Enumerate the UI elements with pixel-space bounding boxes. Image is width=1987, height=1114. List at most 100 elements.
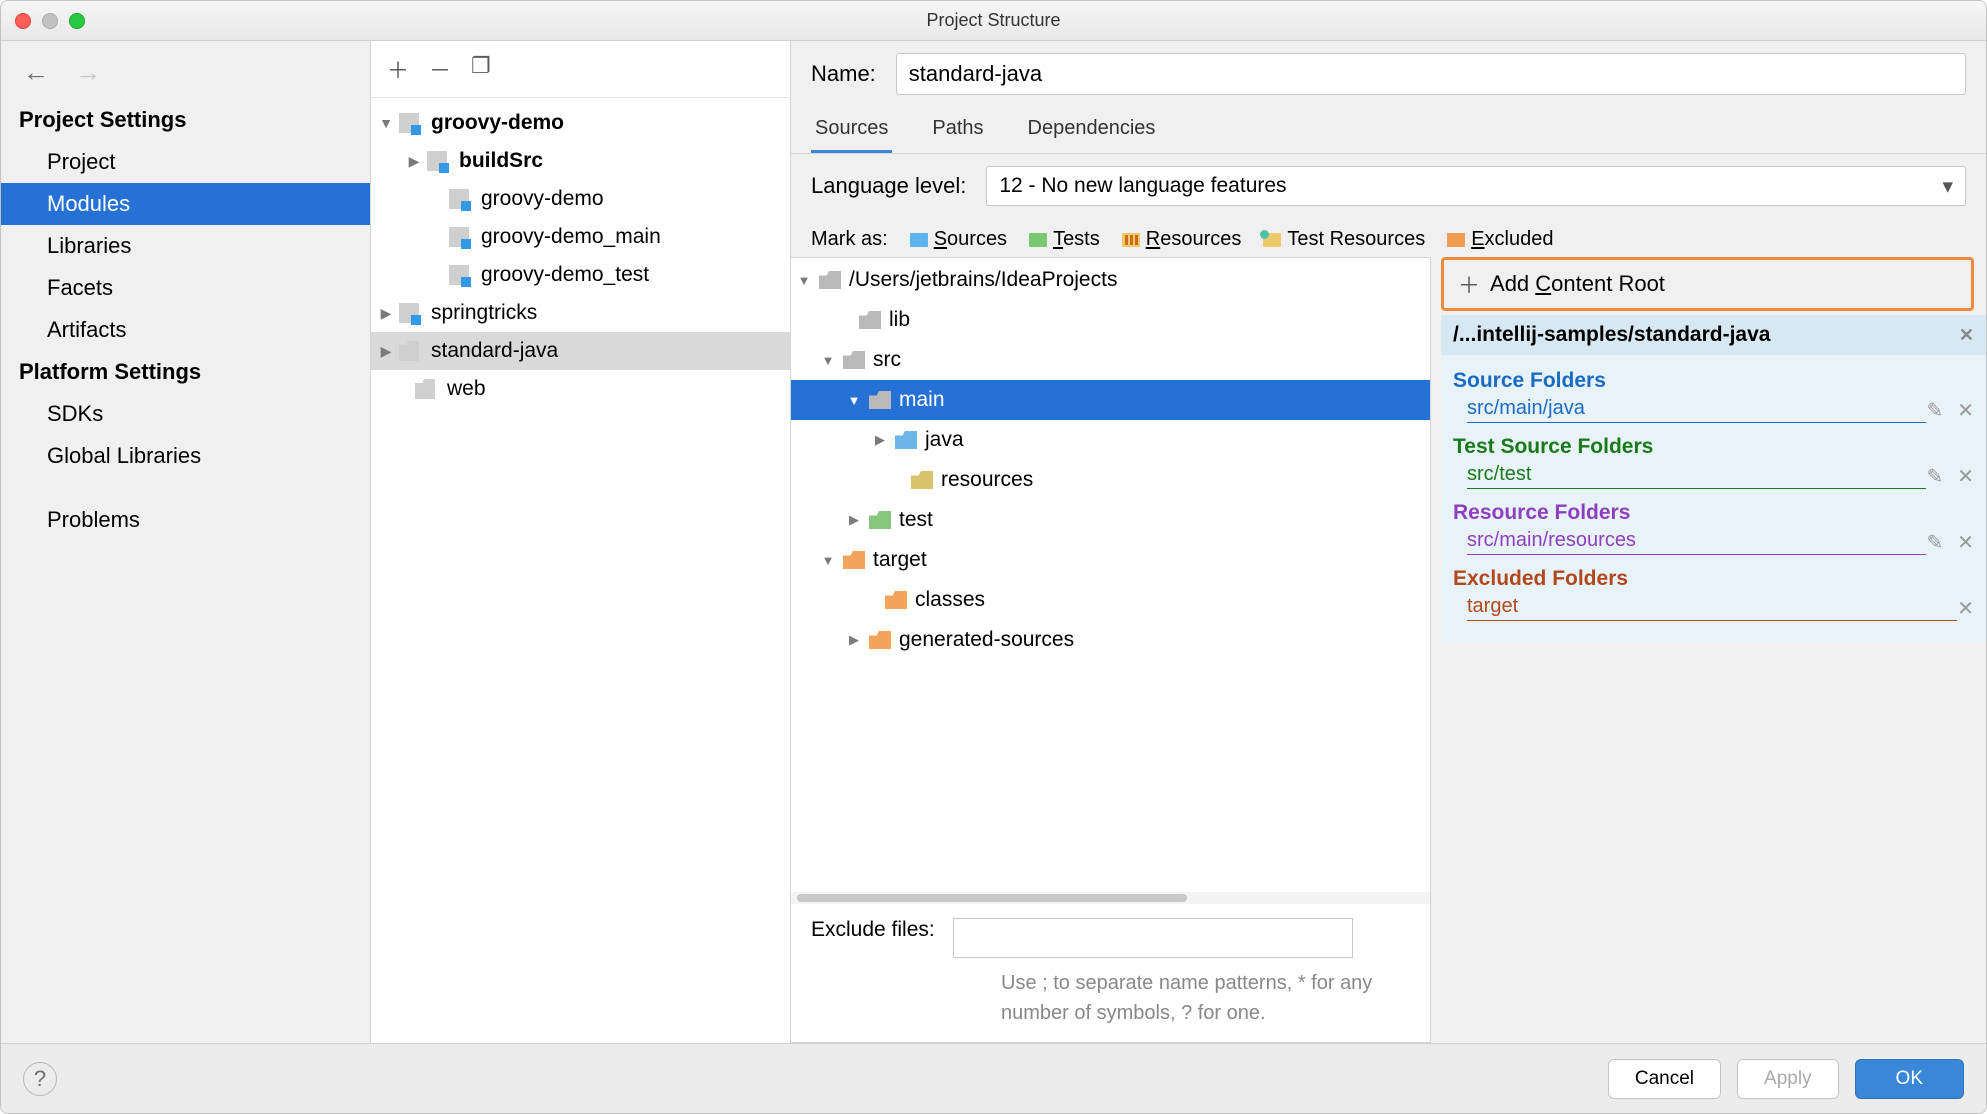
module-icon	[449, 189, 469, 209]
resource-folders-heading: Resource Folders	[1453, 501, 1974, 525]
sidebar-item-global-libraries[interactable]: Global Libraries	[1, 435, 370, 477]
mark-as-label: Mark as:	[811, 228, 888, 251]
sidebar-item-artifacts[interactable]: Artifacts	[1, 309, 370, 351]
add-module-icon[interactable]: ＋	[387, 53, 409, 85]
tests-folder-icon	[869, 511, 891, 529]
exclude-files-label: Exclude files:	[811, 918, 935, 942]
sidebar-heading-project-settings: Project Settings	[1, 99, 370, 141]
test-resources-folder-icon	[1263, 233, 1281, 247]
sources-folder-icon	[910, 233, 928, 247]
copy-module-icon[interactable]: ❐	[471, 53, 491, 85]
add-content-root-button[interactable]: ＋ Add Content Root	[1441, 257, 1974, 311]
nav-back-icon[interactable]: ←	[23, 59, 49, 85]
mark-sources-button[interactable]: Sources	[910, 228, 1007, 251]
name-label: Name:	[811, 61, 876, 87]
module-node-web[interactable]: web	[371, 370, 790, 408]
module-detail-panel: Name: Sources Paths Dependencies Languag…	[791, 41, 1986, 1043]
sidebar-item-libraries[interactable]: Libraries	[1, 225, 370, 267]
folder-icon	[819, 271, 841, 289]
tab-sources[interactable]: Sources	[811, 107, 892, 153]
excluded-folder-icon	[885, 591, 907, 609]
help-button[interactable]: ?	[23, 1062, 57, 1096]
folder-node-target[interactable]: ▼target	[791, 540, 1430, 580]
dialog-body: ← → Project Settings Project Modules Lib…	[1, 41, 1986, 1043]
content-root-header[interactable]: /...intellij-samples/standard-java ✕	[1441, 315, 1986, 355]
excluded-folder-icon	[843, 551, 865, 569]
remove-icon[interactable]: ✕	[1957, 596, 1974, 621]
module-node-springtricks[interactable]: ▶springtricks	[371, 294, 790, 332]
settings-sidebar: ← → Project Settings Project Modules Lib…	[1, 41, 371, 1043]
module-tabs: Sources Paths Dependencies	[791, 107, 1986, 154]
mark-tests-button[interactable]: Tests	[1029, 228, 1100, 251]
module-icon	[415, 379, 435, 399]
module-node-groovy-demo-sub[interactable]: groovy-demo	[371, 180, 790, 218]
folder-node-test[interactable]: ▶test	[791, 500, 1430, 540]
excluded-folder-item[interactable]: target ✕	[1453, 591, 1974, 625]
folder-node-src[interactable]: ▼src	[791, 340, 1430, 380]
module-icon	[449, 265, 469, 285]
module-node-groovy-demo-test[interactable]: groovy-demo_test	[371, 256, 790, 294]
folder-node-java[interactable]: ▶java	[791, 420, 1430, 460]
test-source-folders-heading: Test Source Folders	[1453, 435, 1974, 459]
apply-button[interactable]: Apply	[1737, 1059, 1839, 1099]
mark-resources-button[interactable]: Resources	[1122, 228, 1242, 251]
edit-icon[interactable]: ✎	[1926, 398, 1943, 423]
sidebar-item-project[interactable]: Project	[1, 141, 370, 183]
edit-icon[interactable]: ✎	[1926, 464, 1943, 489]
exclude-files-help: Use ; to separate name patterns, * for a…	[791, 964, 1411, 1042]
language-level-select[interactable]: 12 - No new language features ▾	[986, 166, 1966, 206]
mark-test-resources-button[interactable]: Test Resources	[1263, 228, 1425, 251]
module-icon	[449, 227, 469, 247]
sidebar-item-facets[interactable]: Facets	[1, 267, 370, 309]
module-node-groovy-demo[interactable]: ▼groovy-demo	[371, 104, 790, 142]
sidebar-item-problems[interactable]: Problems	[1, 499, 370, 541]
remove-icon[interactable]: ✕	[1957, 464, 1974, 489]
test-source-folder-item[interactable]: src/test ✎✕	[1453, 459, 1974, 493]
remove-module-icon[interactable]: －	[429, 53, 451, 85]
module-icon	[399, 303, 419, 323]
module-node-buildsrc[interactable]: ▶buildSrc	[371, 142, 790, 180]
folder-node-root[interactable]: ▼/Users/jetbrains/IdeaProjects	[791, 260, 1430, 300]
titlebar: Project Structure	[1, 1, 1986, 41]
tab-dependencies[interactable]: Dependencies	[1024, 107, 1160, 153]
module-node-standard-java[interactable]: ▶standard-java	[371, 332, 790, 370]
sidebar-item-sdks[interactable]: SDKs	[1, 393, 370, 435]
plus-icon: ＋	[1458, 268, 1480, 300]
resources-folder-icon	[911, 471, 933, 489]
folder-node-resources[interactable]: resources	[791, 460, 1430, 500]
sidebar-item-modules[interactable]: Modules	[1, 183, 370, 225]
cancel-button[interactable]: Cancel	[1608, 1059, 1721, 1099]
module-tree[interactable]: ▼groovy-demo ▶buildSrc groovy-demo groov…	[371, 98, 790, 1043]
tests-folder-icon	[1029, 233, 1047, 247]
folder-node-main[interactable]: ▼main	[791, 380, 1430, 420]
remove-icon[interactable]: ✕	[1957, 398, 1974, 423]
exclude-files-input[interactable]	[953, 918, 1353, 958]
excluded-folders-heading: Excluded Folders	[1453, 567, 1974, 591]
folder-node-lib[interactable]: lib	[791, 300, 1430, 340]
module-icon	[427, 151, 447, 171]
folder-node-classes[interactable]: classes	[791, 580, 1430, 620]
module-node-groovy-demo-main[interactable]: groovy-demo_main	[371, 218, 790, 256]
tab-paths[interactable]: Paths	[928, 107, 987, 153]
nav-forward-icon[interactable]: →	[75, 59, 101, 85]
window-title: Project Structure	[1, 10, 1986, 31]
folder-tree[interactable]: ▼/Users/jetbrains/IdeaProjects lib ▼src …	[791, 258, 1430, 892]
resources-folder-icon	[1122, 233, 1140, 247]
content-root-tree-panel: ▼/Users/jetbrains/IdeaProjects lib ▼src …	[791, 257, 1431, 1043]
folder-icon	[869, 391, 891, 409]
excluded-folder-icon	[869, 631, 891, 649]
language-level-label: Language level:	[811, 173, 966, 199]
folder-node-generated-sources[interactable]: ▶generated-sources	[791, 620, 1430, 660]
ok-button[interactable]: OK	[1855, 1059, 1964, 1099]
source-folder-item[interactable]: src/main/java ✎✕	[1453, 393, 1974, 427]
remove-icon[interactable]: ✕	[1957, 530, 1974, 555]
horizontal-scrollbar[interactable]	[791, 892, 1430, 904]
sidebar-heading-platform-settings: Platform Settings	[1, 351, 370, 393]
mark-excluded-button[interactable]: Excluded	[1447, 228, 1553, 251]
module-icon	[399, 113, 419, 133]
remove-content-root-icon[interactable]: ✕	[1959, 325, 1974, 346]
sources-folder-icon	[895, 431, 917, 449]
edit-icon[interactable]: ✎	[1926, 530, 1943, 555]
resource-folder-item[interactable]: src/main/resources ✎✕	[1453, 525, 1974, 559]
module-name-input[interactable]	[896, 53, 1966, 95]
